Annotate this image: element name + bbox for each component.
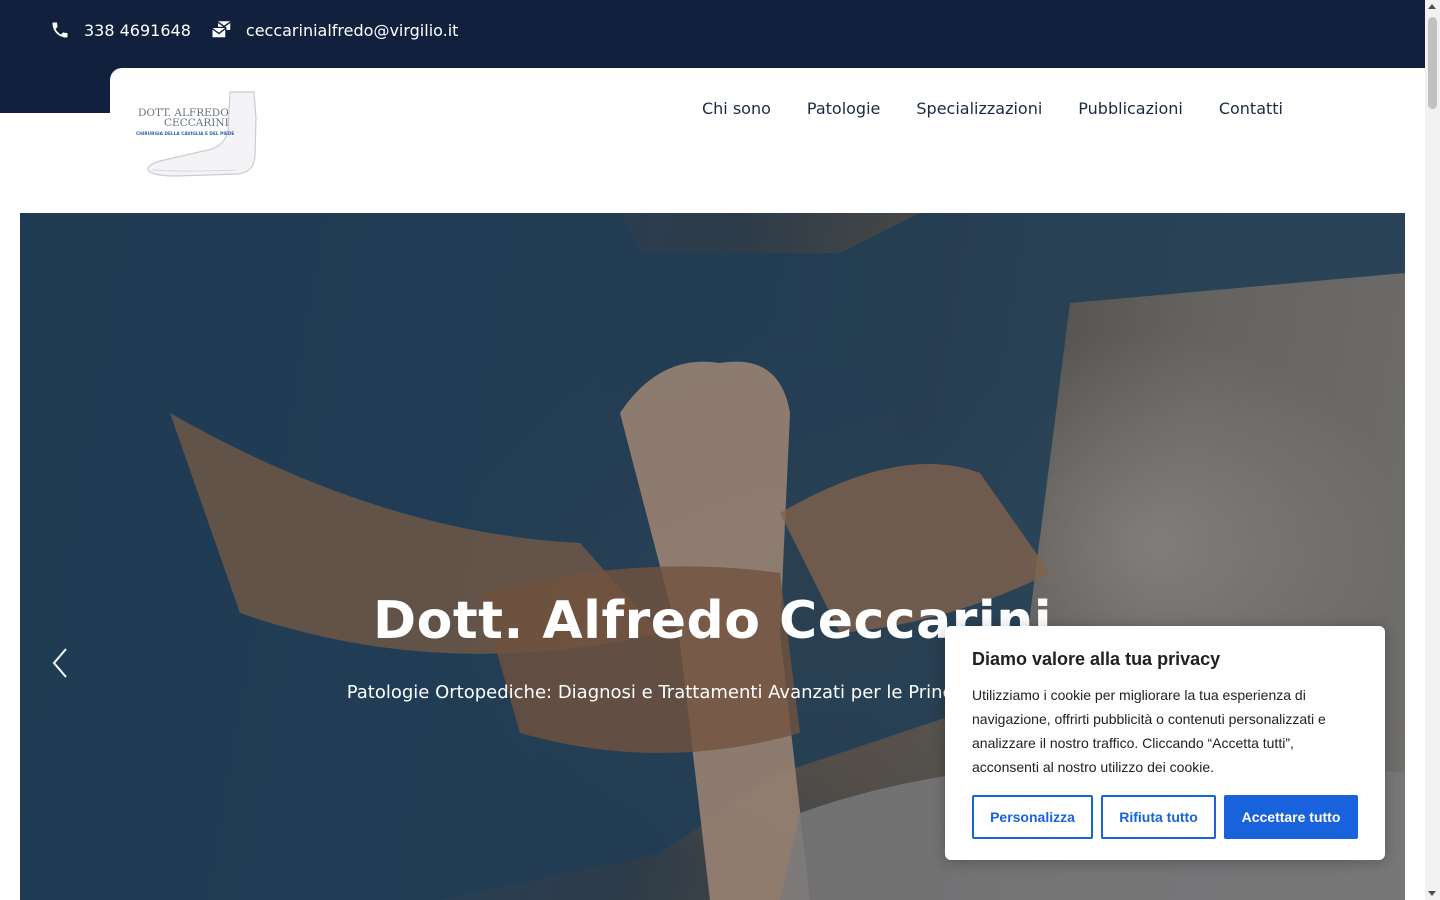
header-corner xyxy=(0,113,110,213)
contact-info: 338 4691648 ceccarinialfredo@virgilio.it xyxy=(50,17,478,43)
site-header: DOTT. ALFREDO CECCARINI CHIRURGIA DELLA … xyxy=(110,68,1425,213)
reject-all-button[interactable]: Rifiuta tutto xyxy=(1101,795,1216,839)
phone-number: 338 4691648 xyxy=(84,20,191,40)
phone-contact[interactable]: 338 4691648 xyxy=(50,20,191,40)
nav-patologie[interactable]: Patologie xyxy=(807,99,880,118)
accept-all-button[interactable]: Accettare tutto xyxy=(1224,795,1358,839)
email-contact[interactable]: ceccarinialfredo@virgilio.it xyxy=(211,20,459,40)
nav-chi-sono[interactable]: Chi sono xyxy=(702,99,771,118)
scroll-down-icon[interactable] xyxy=(1428,891,1436,896)
scroll-up-icon[interactable] xyxy=(1428,4,1436,9)
main-nav: Chi sono Patologie Specializzazioni Pubb… xyxy=(702,99,1283,118)
cookie-banner: Diamo valore alla tua privacy Utilizziam… xyxy=(945,626,1385,860)
page: 338 4691648 ceccarinialfredo@virgilio.it… xyxy=(0,0,1440,900)
logo-tagline: CHIRURGIA DELLA CAVIGLIA E DEL PIEDE xyxy=(136,131,234,137)
phone-icon xyxy=(52,22,68,38)
email-address: ceccarinialfredo@virgilio.it xyxy=(245,20,459,40)
mail-icon xyxy=(211,21,231,39)
chevron-left-icon[interactable] xyxy=(48,645,72,681)
cookie-buttons: Personalizza Rifiuta tutto Accettare tut… xyxy=(972,795,1358,839)
site-logo[interactable]: DOTT. ALFREDO CECCARINI CHIRURGIA DELLA … xyxy=(134,88,258,178)
scrollbar[interactable] xyxy=(1425,0,1440,900)
nav-specializzazioni[interactable]: Specializzazioni xyxy=(916,99,1042,118)
nav-pubblicazioni[interactable]: Pubblicazioni xyxy=(1078,99,1183,118)
nav-contatti[interactable]: Contatti xyxy=(1219,99,1283,118)
scroll-thumb[interactable] xyxy=(1428,17,1437,109)
customize-button[interactable]: Personalizza xyxy=(972,795,1093,839)
logo-line2: CECCARINI xyxy=(164,117,229,129)
cookie-title: Diamo valore alla tua privacy xyxy=(972,649,1221,669)
cookie-text: Utilizziamo i cookie per migliorare la t… xyxy=(972,687,1326,775)
